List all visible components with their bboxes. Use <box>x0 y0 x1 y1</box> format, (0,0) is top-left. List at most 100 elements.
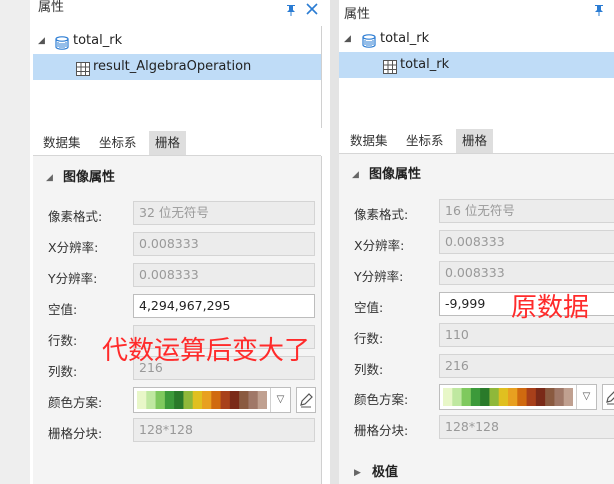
expand-icon[interactable]: ▶ <box>354 461 361 484</box>
x-resolution-label: X分辨率: <box>48 240 99 255</box>
color-scheme-label: 颜色方案: <box>48 395 103 410</box>
pin-icon[interactable] <box>285 4 297 19</box>
cols-label: 列数: <box>354 362 384 377</box>
section-title: 图像属性 <box>369 167 422 182</box>
left-properties-panel: 属性 ◢ total_rk result_AlgebraOperation 数据… <box>0 0 330 484</box>
tree-item-parent-label: total_rk <box>380 31 430 46</box>
tab-dataset[interactable]: 数据集 <box>37 131 87 155</box>
y-resolution-row: Y分辨率: 0.008333 <box>33 263 321 289</box>
color-ramp-segment <box>526 388 537 406</box>
block-label: 栅格分块: <box>48 426 103 441</box>
color-ramp-segment <box>183 391 194 409</box>
tree-item-child-label: total_rk <box>400 57 450 72</box>
close-icon[interactable] <box>306 1 318 19</box>
pixel-format-label: 像素格式: <box>354 207 409 222</box>
color-ramp-segment <box>545 388 555 406</box>
block-value: 128*128 <box>133 418 315 442</box>
color-ramp-segment <box>470 388 481 406</box>
tree-item-parent[interactable]: ◢ total_rk <box>33 28 321 54</box>
pixel-format-value: 16 位无符号 <box>439 199 614 223</box>
tab-dataset[interactable]: 数据集 <box>344 129 394 153</box>
color-ramp-segment <box>452 388 463 406</box>
color-scheme-select[interactable]: ▽ <box>439 384 597 410</box>
dataset-tree: ◢ total_rk result_AlgebraOperation <box>33 26 322 128</box>
rows-row: 行数: 110 <box>339 323 614 349</box>
panel-title-bar: 属性 <box>30 0 330 26</box>
color-ramp-segment <box>202 391 212 409</box>
nodata-row: 空值: 4,294,967,295 <box>33 294 321 320</box>
dataset-tree: ◢ total_rk total_rk <box>339 24 614 126</box>
color-ramp-segment <box>498 388 509 406</box>
collapse-icon[interactable]: ◢ <box>38 28 45 54</box>
x-resolution-row: X分辨率: 0.008333 <box>339 230 614 256</box>
color-ramp-segment <box>480 388 490 406</box>
color-ramp-segment <box>164 391 175 409</box>
block-value: 128*128 <box>439 415 614 439</box>
pixel-format-label: 像素格式: <box>48 209 103 224</box>
y-resolution-value: 0.008333 <box>133 263 315 287</box>
color-ramp-segment <box>248 391 259 409</box>
color-scheme-label: 颜色方案: <box>354 392 409 407</box>
property-tabs: 数据集 坐标系 栅格 <box>33 131 321 156</box>
extremes-header[interactable]: ▶ 极值 <box>339 461 614 484</box>
tree-item-child[interactable]: result_AlgebraOperation <box>33 54 321 80</box>
x-resolution-row: X分辨率: 0.008333 <box>33 232 321 258</box>
tab-raster[interactable]: 栅格 <box>456 129 494 153</box>
grid-icon <box>76 60 90 76</box>
collapse-icon[interactable]: ◢ <box>46 166 53 190</box>
nodata-label: 空值: <box>354 300 384 315</box>
property-tabs: 数据集 坐标系 栅格 <box>339 129 614 154</box>
color-ramp-segment <box>220 391 231 409</box>
pin-icon[interactable] <box>593 4 605 19</box>
color-ramp-segment <box>554 388 565 406</box>
tree-item-parent[interactable]: ◢ total_rk <box>339 26 614 52</box>
chevron-down-icon[interactable]: ▽ <box>576 385 596 409</box>
x-resolution-value: 0.008333 <box>133 232 315 256</box>
color-ramp-segment <box>137 391 147 409</box>
database-icon <box>362 32 376 48</box>
panel-title: 属性 <box>38 0 65 15</box>
collapse-icon[interactable]: ◢ <box>352 163 359 187</box>
color-scheme-select[interactable]: ▽ <box>133 387 291 413</box>
nodata-label: 空值: <box>48 302 78 317</box>
pencil-icon[interactable] <box>296 387 316 413</box>
cols-value: 216 <box>439 354 614 378</box>
chevron-down-icon[interactable]: ▽ <box>270 388 290 412</box>
annotation-text: 代数运算后变大了 <box>102 336 311 366</box>
tab-coordinate-system[interactable]: 坐标系 <box>93 131 143 155</box>
collapse-icon[interactable]: ◢ <box>344 26 351 52</box>
rows-label: 行数: <box>354 331 384 346</box>
color-ramp-segment <box>508 388 518 406</box>
image-properties-header[interactable]: ◢ 图像属性 <box>339 163 614 187</box>
section-title: 极值 <box>372 465 399 480</box>
color-ramp-segment <box>535 388 546 406</box>
pencil-icon[interactable] <box>602 384 614 410</box>
x-resolution-label: X分辨率: <box>354 238 405 253</box>
grid-icon <box>383 58 397 74</box>
y-resolution-label: Y分辨率: <box>48 271 98 286</box>
color-ramp-segment <box>443 388 453 406</box>
left-sidebar-strip <box>0 0 30 484</box>
annotation-text: 原数据 <box>511 293 590 323</box>
color-ramp-segment <box>174 391 184 409</box>
panel-divider <box>330 0 339 484</box>
color-ramp-segment <box>229 391 240 409</box>
y-resolution-value: 0.008333 <box>439 261 614 285</box>
color-ramp-segment <box>192 391 203 409</box>
nodata-input[interactable]: 4,294,967,295 <box>133 294 315 318</box>
rows-label: 行数: <box>48 333 78 348</box>
right-properties-panel: 属性 ◢ total_rk total_rk 数据集 坐标系 栅格 ◢ 图像属性 <box>339 0 614 484</box>
color-ramp <box>137 391 267 409</box>
color-scheme-row: 颜色方案: ▽ <box>339 384 614 410</box>
tab-raster[interactable]: 栅格 <box>149 131 187 155</box>
tree-item-child[interactable]: total_rk <box>339 52 614 78</box>
image-properties-header[interactable]: ◢ 图像属性 <box>33 166 321 190</box>
y-resolution-label: Y分辨率: <box>354 269 404 284</box>
cols-row: 列数: 216 <box>339 354 614 380</box>
rows-value: 110 <box>439 323 614 347</box>
pixel-format-row: 像素格式: 16 位无符号 <box>339 199 614 225</box>
tab-coordinate-system[interactable]: 坐标系 <box>400 129 450 153</box>
tree-item-child-label: result_AlgebraOperation <box>93 59 252 74</box>
color-ramp-segment <box>461 388 472 406</box>
color-ramp-segment <box>239 391 249 409</box>
